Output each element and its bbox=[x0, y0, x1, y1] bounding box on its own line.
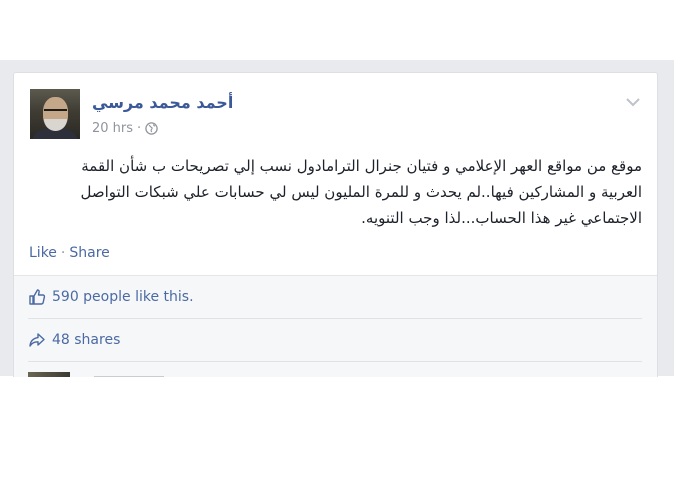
comment-preview-stub bbox=[94, 376, 164, 377]
likes-count[interactable]: 590 people like this. bbox=[52, 289, 194, 305]
likes-row[interactable]: 590 people like this. bbox=[28, 276, 642, 319]
share-link[interactable]: Share bbox=[69, 245, 109, 261]
actions-separator: · bbox=[60, 245, 66, 261]
author-name-link[interactable]: أحمد محمد مرسي bbox=[92, 93, 233, 112]
share-arrow-icon bbox=[28, 331, 46, 349]
thumbs-up-icon bbox=[28, 288, 46, 306]
post-meta: 20 hrs · bbox=[92, 121, 158, 136]
chevron-down-icon[interactable] bbox=[625, 93, 641, 107]
post-actions: Like · Share bbox=[29, 245, 110, 261]
post-body-text: موقع من مواقع العهر الإعلامي و فتيان جنر… bbox=[80, 157, 642, 227]
meta-separator: · bbox=[137, 121, 142, 136]
comment-avatar bbox=[28, 372, 70, 377]
facebook-post-card: أحمد محمد مرسي 20 hrs · موقع من مواقع ال… bbox=[13, 72, 658, 377]
post-stats-panel: 590 people like this. 48 shares bbox=[14, 275, 657, 377]
globe-icon[interactable] bbox=[145, 122, 158, 135]
shares-row[interactable]: 48 shares bbox=[28, 319, 642, 362]
avatar-glasses bbox=[44, 109, 67, 116]
shares-count[interactable]: 48 shares bbox=[52, 332, 120, 348]
like-link[interactable]: Like bbox=[29, 245, 57, 261]
post-timestamp[interactable]: 20 hrs bbox=[92, 121, 133, 136]
author-avatar[interactable] bbox=[30, 89, 80, 139]
